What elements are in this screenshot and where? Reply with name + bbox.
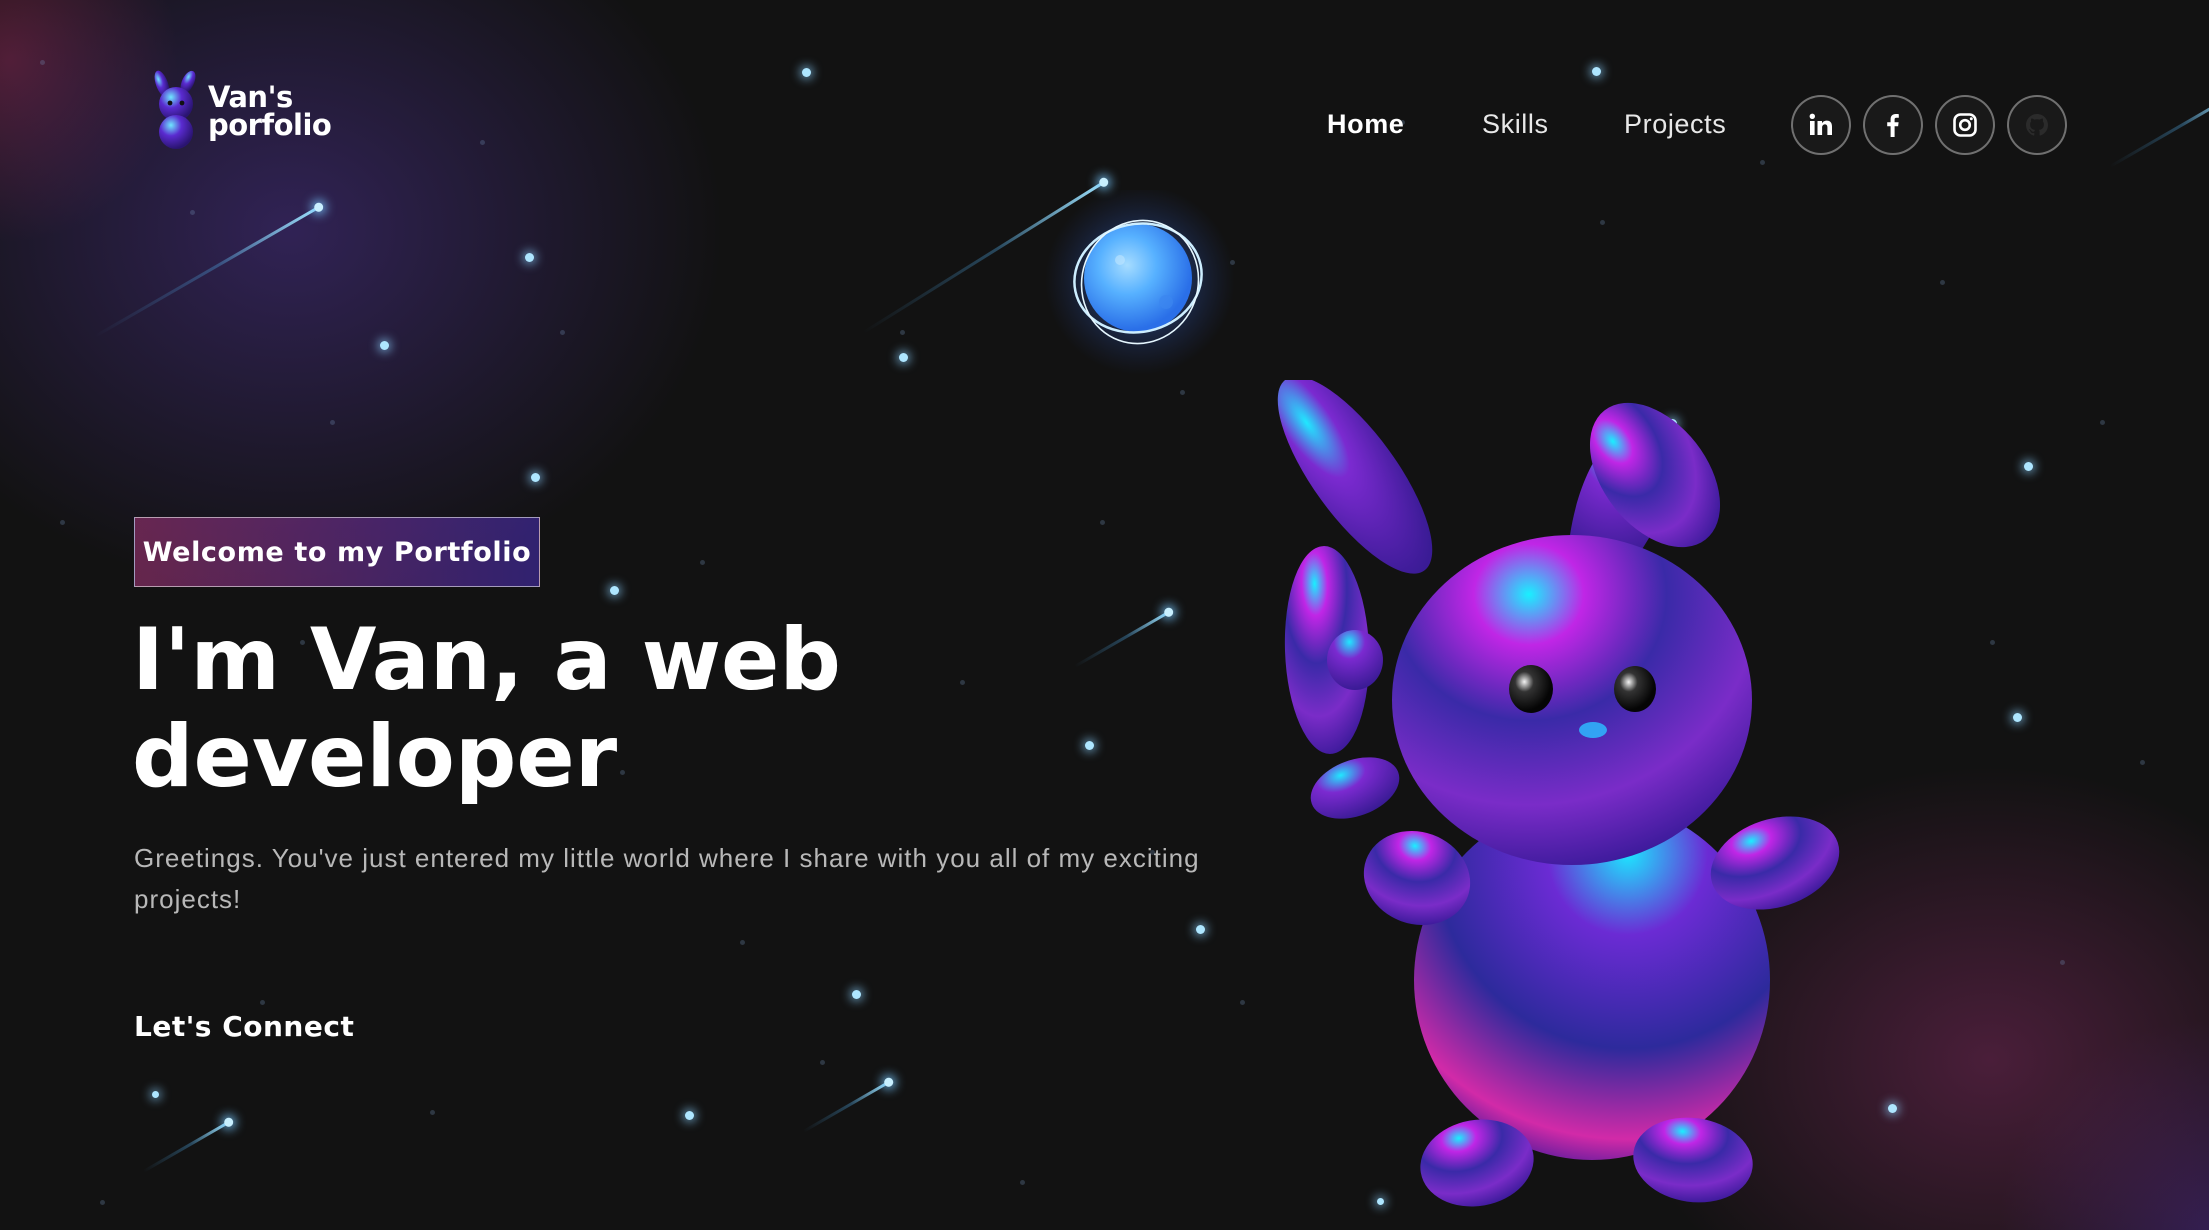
bunny-logo-icon — [154, 70, 196, 149]
portfolio-page: Van's porfolio Home Skills Projects Welc… — [0, 0, 2209, 1230]
nav-link-home[interactable]: Home — [1327, 109, 1404, 140]
lets-connect-button[interactable]: Let's Connect — [134, 1010, 354, 1043]
brand-name-line1: Van's — [208, 80, 293, 114]
welcome-badge: Welcome to my Portfolio — [134, 517, 540, 587]
hero-headline-line2: developer — [132, 707, 618, 807]
site-logo[interactable]: Van's porfolio — [150, 70, 332, 152]
instagram-icon — [1953, 113, 1977, 137]
linkedin-button[interactable] — [1791, 95, 1851, 155]
linkedin-icon — [1809, 113, 1832, 135]
hero-intro-text: Greetings. You've just entered my little… — [134, 843, 1200, 914]
hero-headline-line1: I'm Van, a web — [132, 610, 841, 710]
facebook-button[interactable] — [1863, 95, 1923, 155]
github-button[interactable] — [2007, 95, 2067, 155]
instagram-button[interactable] — [1935, 95, 1995, 155]
brand-name-line2: porfolio — [208, 108, 332, 142]
github-icon — [2026, 114, 2048, 136]
facebook-icon — [1887, 114, 1899, 137]
nav-link-skills[interactable]: Skills — [1482, 109, 1549, 140]
hero-headline: I'm Van, a web developer — [132, 612, 1032, 806]
3d-bunny-illustration — [1277, 380, 1840, 1207]
nav-link-projects[interactable]: Projects — [1624, 109, 1726, 140]
glowing-planet-illustration — [1045, 190, 1235, 375]
